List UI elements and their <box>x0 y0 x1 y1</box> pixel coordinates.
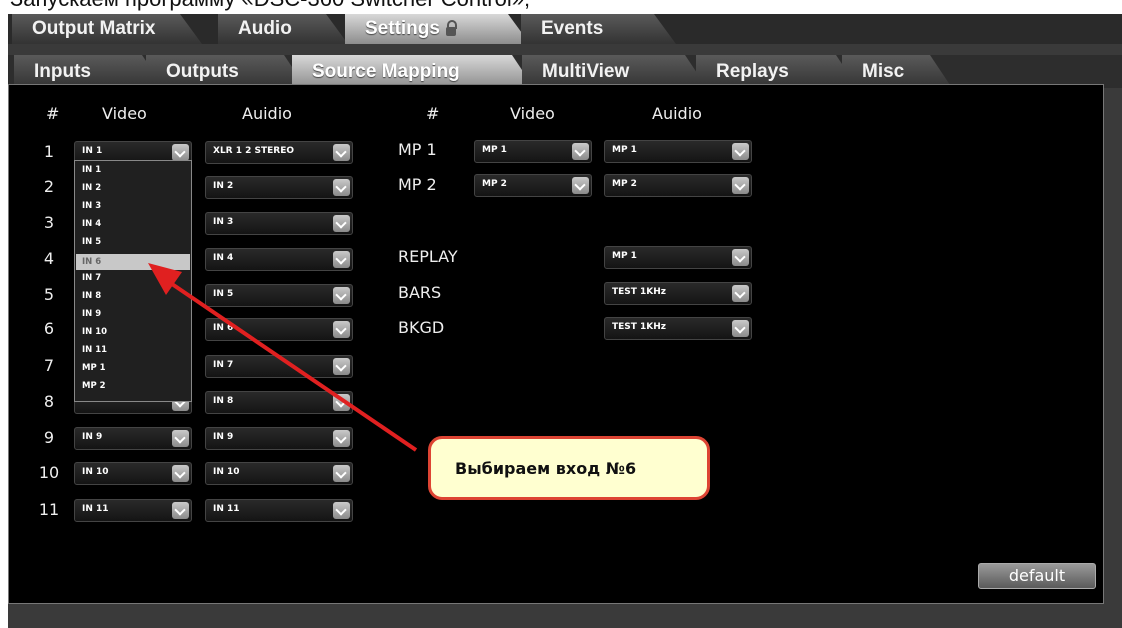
callout-text: Выбираем вход №6 <box>455 459 637 478</box>
annotation-arrow-icon <box>148 263 418 452</box>
callout-box: Выбираем вход №6 <box>428 436 710 500</box>
default-button[interactable]: default <box>978 563 1096 589</box>
